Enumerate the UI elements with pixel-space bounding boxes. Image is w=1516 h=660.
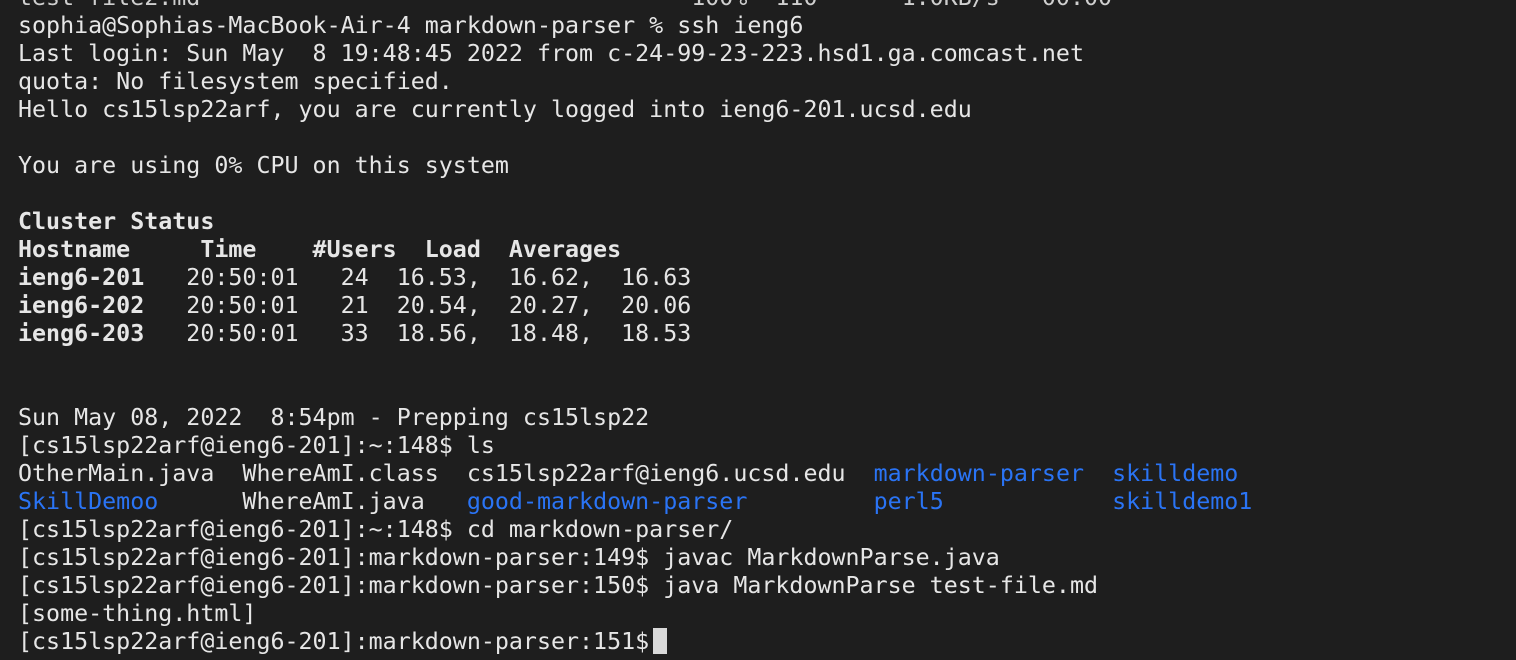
terminal-screen: test-file2.md 100% 110 1.0KB/s 00:00 sop… xyxy=(18,0,1516,656)
cluster-status-title: Cluster Status xyxy=(18,208,215,235)
terminal-cursor[interactable] xyxy=(653,628,668,654)
ls-output-row: OtherMain.java WhereAmI.class cs15lsp22a… xyxy=(18,460,1516,488)
file-entry: OtherMain.java xyxy=(18,460,243,487)
directory-entry: skilldemo xyxy=(1112,460,1239,487)
directory-entry: good-markdown-parser xyxy=(466,488,748,515)
cluster-values: 20:50:01 21 20.54, 20.27, 20.06 xyxy=(144,292,692,319)
file-entry: cs15lsp22arf@ieng6.ucsd.edu xyxy=(466,460,874,487)
directory-entry: skilldemo1 xyxy=(1112,488,1253,515)
cluster-values: 20:50:01 24 16.53, 16.62, 16.63 xyxy=(144,264,692,291)
directory-entry: markdown-parser xyxy=(873,460,1084,487)
prompt-text: [cs15lsp22arf@ieng6-201]:markdown-parser… xyxy=(18,628,650,655)
ls-command-line: [cs15lsp22arf@ieng6-201]:~:148$ ls xyxy=(18,432,495,459)
clipped-top-line: test-file2.md 100% 110 1.0KB/s 00:00 xyxy=(18,0,1516,12)
cd-command-line: [cs15lsp22arf@ieng6-201]:~:148$ cd markd… xyxy=(18,516,734,543)
last-login-line: Last login: Sun May 8 19:48:45 2022 from… xyxy=(18,40,1084,67)
cluster-hostname: ieng6-201 xyxy=(18,264,145,291)
cluster-row: ieng6-202 20:50:01 21 20.54, 20.27, 20.0… xyxy=(18,292,1516,320)
hello-line: Hello cs15lsp22arf, you are currently lo… xyxy=(18,96,972,123)
ls-output-row: SkillDemoo WhereAmI.java good-markdown-p… xyxy=(18,488,1516,516)
quota-line: quota: No filesystem specified. xyxy=(18,68,453,95)
local-prompt-line: sophia@Sophias-MacBook-Air-4 markdown-pa… xyxy=(18,12,804,39)
file-entry: WhereAmI.class xyxy=(242,460,467,487)
file-entry: WhereAmI.java xyxy=(242,488,467,515)
cpu-line: You are using 0% CPU on this system xyxy=(18,152,509,179)
java-command-line: [cs15lsp22arf@ieng6-201]:markdown-parser… xyxy=(18,572,1098,599)
prepping-line: Sun May 08, 2022 8:54pm - Prepping cs15l… xyxy=(18,404,650,431)
cluster-row: ieng6-203 20:50:01 33 18.56, 18.48, 18.5… xyxy=(18,320,1516,348)
directory-entry: perl5 xyxy=(873,488,944,515)
current-prompt-line[interactable]: [cs15lsp22arf@ieng6-201]:markdown-parser… xyxy=(18,628,1516,656)
terminal-window[interactable]: test-file2.md 100% 110 1.0KB/s 00:00 sop… xyxy=(0,0,1516,660)
cluster-row: ieng6-201 20:50:01 24 16.53, 16.62, 16.6… xyxy=(18,264,1516,292)
directory-entry: SkillDemoo xyxy=(18,488,159,515)
cluster-hostname: ieng6-202 xyxy=(18,292,145,319)
javac-command-line: [cs15lsp22arf@ieng6-201]:markdown-parser… xyxy=(18,544,1000,571)
program-output-line: [some-thing.html] xyxy=(18,600,257,627)
cluster-values: 20:50:01 33 18.56, 18.48, 18.53 xyxy=(144,320,692,347)
cluster-hostname: ieng6-203 xyxy=(18,320,145,347)
cluster-status-header: Hostname Time #Users Load Averages xyxy=(18,236,622,263)
